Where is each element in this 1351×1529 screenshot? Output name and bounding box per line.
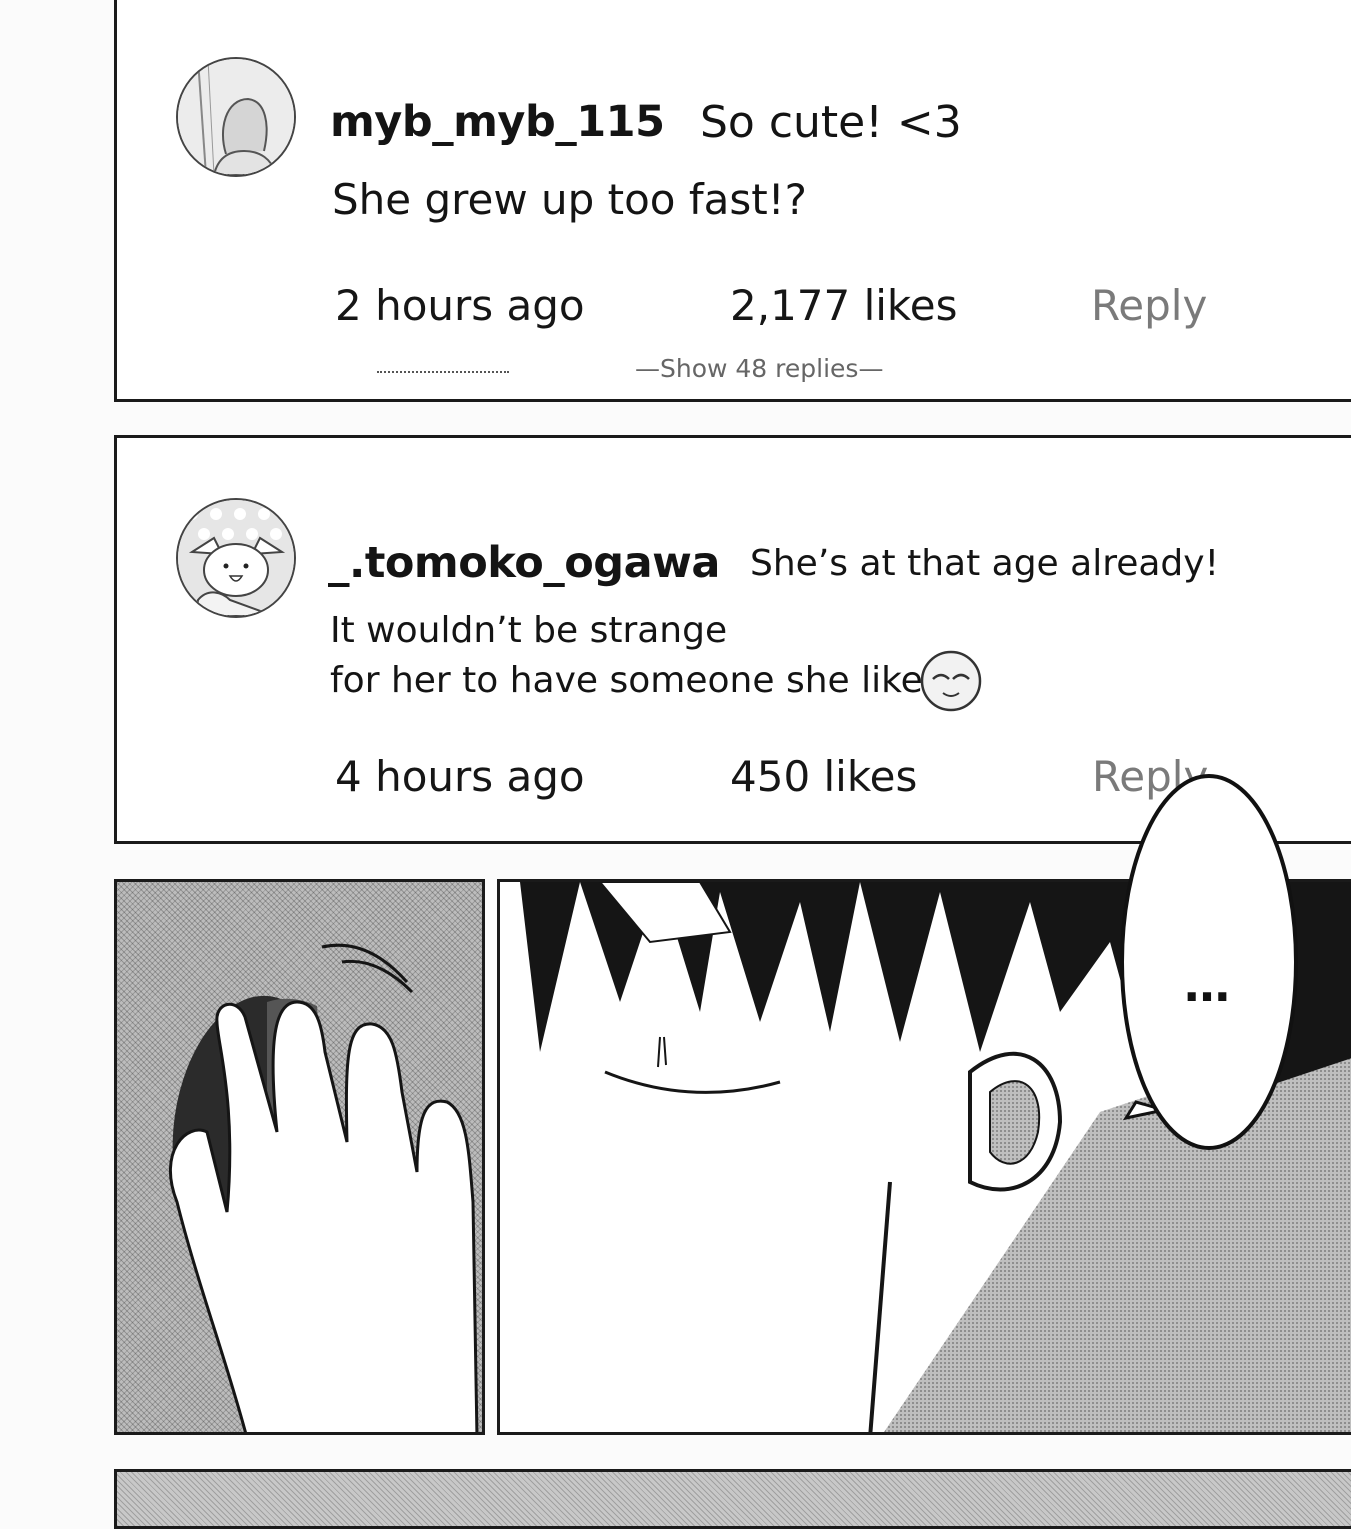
manga-panel-partial <box>114 1469 1351 1529</box>
speech-bubble-text: … <box>1184 958 1234 1012</box>
hand-mouse-illustration <box>169 943 479 1432</box>
smile-emoji-icon <box>919 649 983 717</box>
avatar[interactable] <box>176 498 296 618</box>
comment-card-1: myb_myb_115 So cute! <3 She grew up too … <box>114 0 1351 402</box>
comment-text-continued: She grew up too fast!? <box>332 175 807 224</box>
comment-timestamp: 2 hours ago <box>335 281 585 330</box>
comment-text-continued: It wouldn’t be strange <box>330 610 728 651</box>
reply-button[interactable]: Reply <box>1091 281 1207 330</box>
divider <box>377 371 509 373</box>
avatar-dog-icon <box>178 500 294 616</box>
comment-likes[interactable]: 2,177 likes <box>730 281 957 330</box>
comment-timestamp: 4 hours ago <box>335 752 585 801</box>
manga-panel-hand-mouse <box>114 879 485 1435</box>
comment-likes[interactable]: 450 likes <box>730 752 917 801</box>
comment-username[interactable]: myb_myb_115 <box>330 97 665 147</box>
avatar-person-icon <box>178 59 294 175</box>
comment-text-continued: for her to have someone she likes <box>330 660 942 701</box>
avatar[interactable] <box>176 57 296 177</box>
comment-text: So cute! <3 <box>700 97 962 148</box>
comment-text: She’s at that age already! <box>750 543 1220 584</box>
comment-username[interactable]: _.tomoko_ogawa <box>328 538 720 588</box>
show-replies-link[interactable]: —Show 48 replies— <box>635 354 883 383</box>
